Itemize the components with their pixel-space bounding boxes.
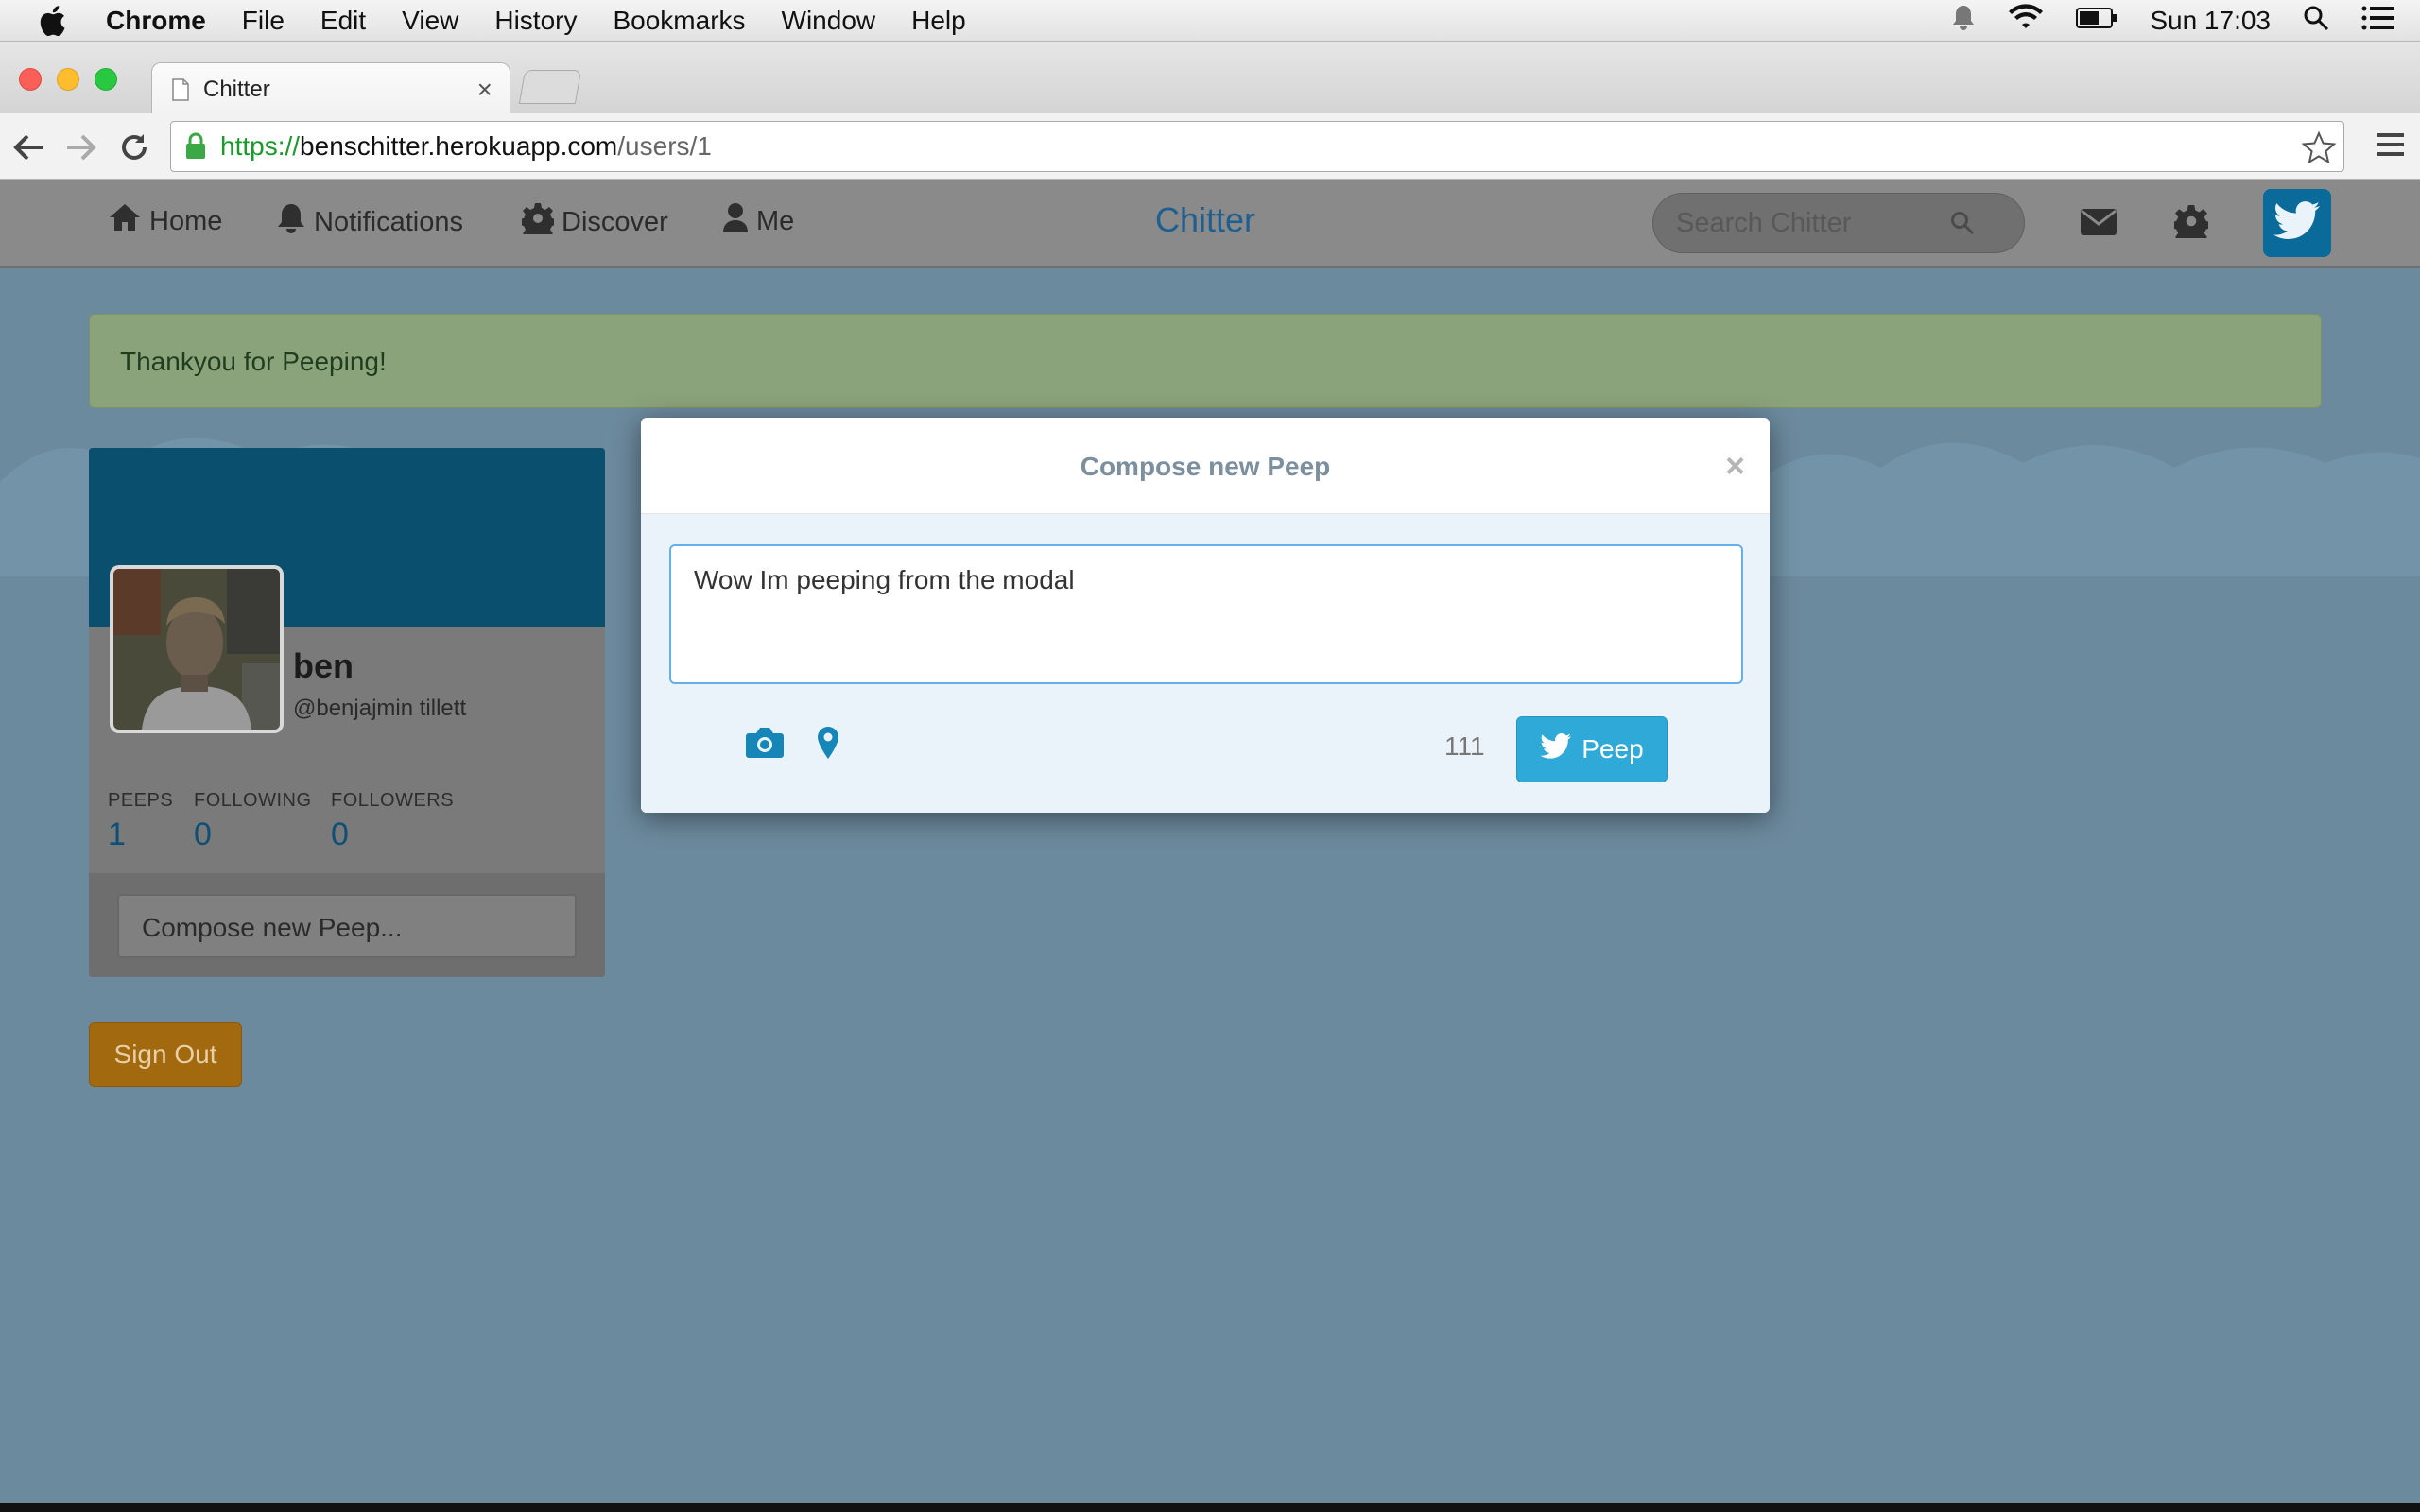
window-zoom-button[interactable] bbox=[95, 68, 117, 91]
location-pin-icon[interactable] bbox=[817, 726, 839, 760]
stat-label-followers: FOLLOWERS bbox=[331, 790, 455, 811]
person-icon bbox=[722, 202, 749, 240]
spotlight-search-icon[interactable] bbox=[2303, 5, 2329, 38]
battery-icon[interactable] bbox=[2076, 6, 2118, 36]
secure-lock-icon[interactable] bbox=[184, 132, 207, 161]
window-minimize-button[interactable] bbox=[57, 68, 79, 91]
browser-tab-strip: Chitter × bbox=[0, 42, 2420, 115]
settings-gear-icon[interactable] bbox=[2174, 204, 2208, 238]
apple-icon[interactable] bbox=[40, 5, 68, 37]
avatar-photo bbox=[113, 569, 280, 730]
nav-home-label: Home bbox=[149, 205, 223, 236]
avatar[interactable] bbox=[110, 565, 284, 733]
browser-toolbar: https://benschitter.herokuapp.com/users/… bbox=[0, 113, 2420, 180]
search-input[interactable] bbox=[1676, 207, 1950, 239]
wifi-icon[interactable] bbox=[2008, 3, 2044, 39]
compose-peep-input[interactable]: Compose new Peep... bbox=[117, 894, 577, 958]
envelope-icon[interactable] bbox=[2080, 208, 2118, 236]
modal-body: Wow Im peeping from the modal 111 Peep bbox=[641, 514, 1770, 813]
menu-history[interactable]: History bbox=[494, 6, 577, 36]
modal-close-button[interactable]: × bbox=[1725, 446, 1745, 486]
tab-close-icon[interactable]: × bbox=[477, 75, 493, 105]
nav-me[interactable]: Me bbox=[722, 202, 794, 240]
compose-peep-button[interactable] bbox=[2263, 189, 2331, 257]
gear-icon bbox=[519, 202, 557, 242]
address-bar[interactable]: https://benschitter.herokuapp.com/users/… bbox=[170, 121, 2344, 172]
forward-button[interactable] bbox=[62, 129, 100, 166]
profile-handle: @benjajmin tillett bbox=[293, 696, 467, 721]
profile-card: ben @benjajmin tillett PEEPS 1 FOLLOWING… bbox=[89, 448, 605, 977]
menu-file[interactable]: File bbox=[242, 6, 285, 36]
menu-window[interactable]: Window bbox=[782, 6, 876, 36]
stat-label-peeps: PEEPS bbox=[108, 790, 174, 811]
bird-icon bbox=[2273, 200, 2321, 246]
home-icon bbox=[108, 202, 142, 240]
peep-submit-label: Peep bbox=[1582, 734, 1644, 764]
macos-menu-bar: Chrome File Edit View History Bookmarks … bbox=[0, 0, 2420, 42]
search-icon[interactable] bbox=[1950, 211, 1975, 235]
page-document-icon bbox=[171, 77, 190, 101]
nav-home[interactable]: Home bbox=[108, 202, 222, 240]
nav-notifications-label: Notifications bbox=[314, 206, 463, 237]
bird-icon bbox=[1540, 732, 1572, 766]
bell-icon bbox=[276, 202, 306, 242]
menu-help[interactable]: Help bbox=[911, 6, 966, 36]
menubar-status-area: Sun 17:03 bbox=[1951, 0, 2395, 42]
nav-notifications[interactable]: Notifications bbox=[276, 202, 463, 242]
browser-tab-chitter[interactable]: Chitter × bbox=[151, 62, 510, 115]
url-host: benschitter.herokuapp.com bbox=[300, 131, 618, 161]
site-navbar: Home Notifications Discover Me Chitter bbox=[0, 180, 2420, 268]
menu-bookmarks[interactable]: Bookmarks bbox=[613, 6, 745, 36]
character-counter: 111 bbox=[1444, 731, 1485, 761]
profile-name: ben bbox=[293, 646, 354, 685]
site-brand-logo[interactable]: Chitter bbox=[1155, 200, 1255, 240]
site-search-box bbox=[1652, 193, 2025, 253]
peep-submit-button[interactable]: Peep bbox=[1516, 716, 1668, 782]
sign-out-button[interactable]: Sign Out bbox=[89, 1022, 242, 1087]
tab-title: Chitter bbox=[203, 76, 270, 102]
modal-header: Compose new Peep × bbox=[641, 418, 1770, 514]
compose-peep-modal: Compose new Peep × Wow Im peeping from t… bbox=[641, 418, 1770, 813]
nav-me-label: Me bbox=[756, 205, 795, 236]
stat-value-followers[interactable]: 0 bbox=[331, 816, 349, 853]
camera-icon[interactable] bbox=[745, 726, 785, 760]
menubar-clock[interactable]: Sun 17:03 bbox=[2150, 6, 2271, 36]
modal-title: Compose new Peep bbox=[1080, 452, 1331, 481]
reload-button[interactable] bbox=[115, 129, 153, 166]
notification-center-icon[interactable] bbox=[2361, 6, 2395, 37]
nav-discover-label: Discover bbox=[562, 206, 668, 237]
bookmark-star-icon[interactable] bbox=[2301, 130, 2337, 170]
stat-label-following: FOLLOWING bbox=[194, 790, 312, 811]
screen-bottom-edge bbox=[0, 1503, 2420, 1512]
menu-view[interactable]: View bbox=[402, 6, 458, 36]
url-scheme: https:// bbox=[220, 131, 301, 161]
page-viewport: Home Notifications Discover Me Chitter S… bbox=[0, 180, 2420, 1503]
url-path: /users/1 bbox=[617, 131, 712, 161]
stat-value-following[interactable]: 0 bbox=[194, 816, 212, 853]
back-button[interactable] bbox=[9, 129, 47, 166]
stat-value-peeps[interactable]: 1 bbox=[108, 816, 126, 853]
peep-textarea[interactable]: Wow Im peeping from the modal bbox=[669, 544, 1743, 684]
window-close-button[interactable] bbox=[19, 68, 42, 91]
nav-discover[interactable]: Discover bbox=[519, 202, 668, 242]
chrome-menu-icon[interactable] bbox=[2377, 130, 2405, 163]
notification-bell-icon[interactable] bbox=[1951, 4, 1976, 39]
menu-app-chrome[interactable]: Chrome bbox=[106, 6, 206, 36]
success-alert: Thankyou for Peeping! bbox=[89, 314, 2322, 408]
new-tab-button[interactable] bbox=[518, 70, 582, 104]
menu-edit[interactable]: Edit bbox=[320, 6, 366, 36]
